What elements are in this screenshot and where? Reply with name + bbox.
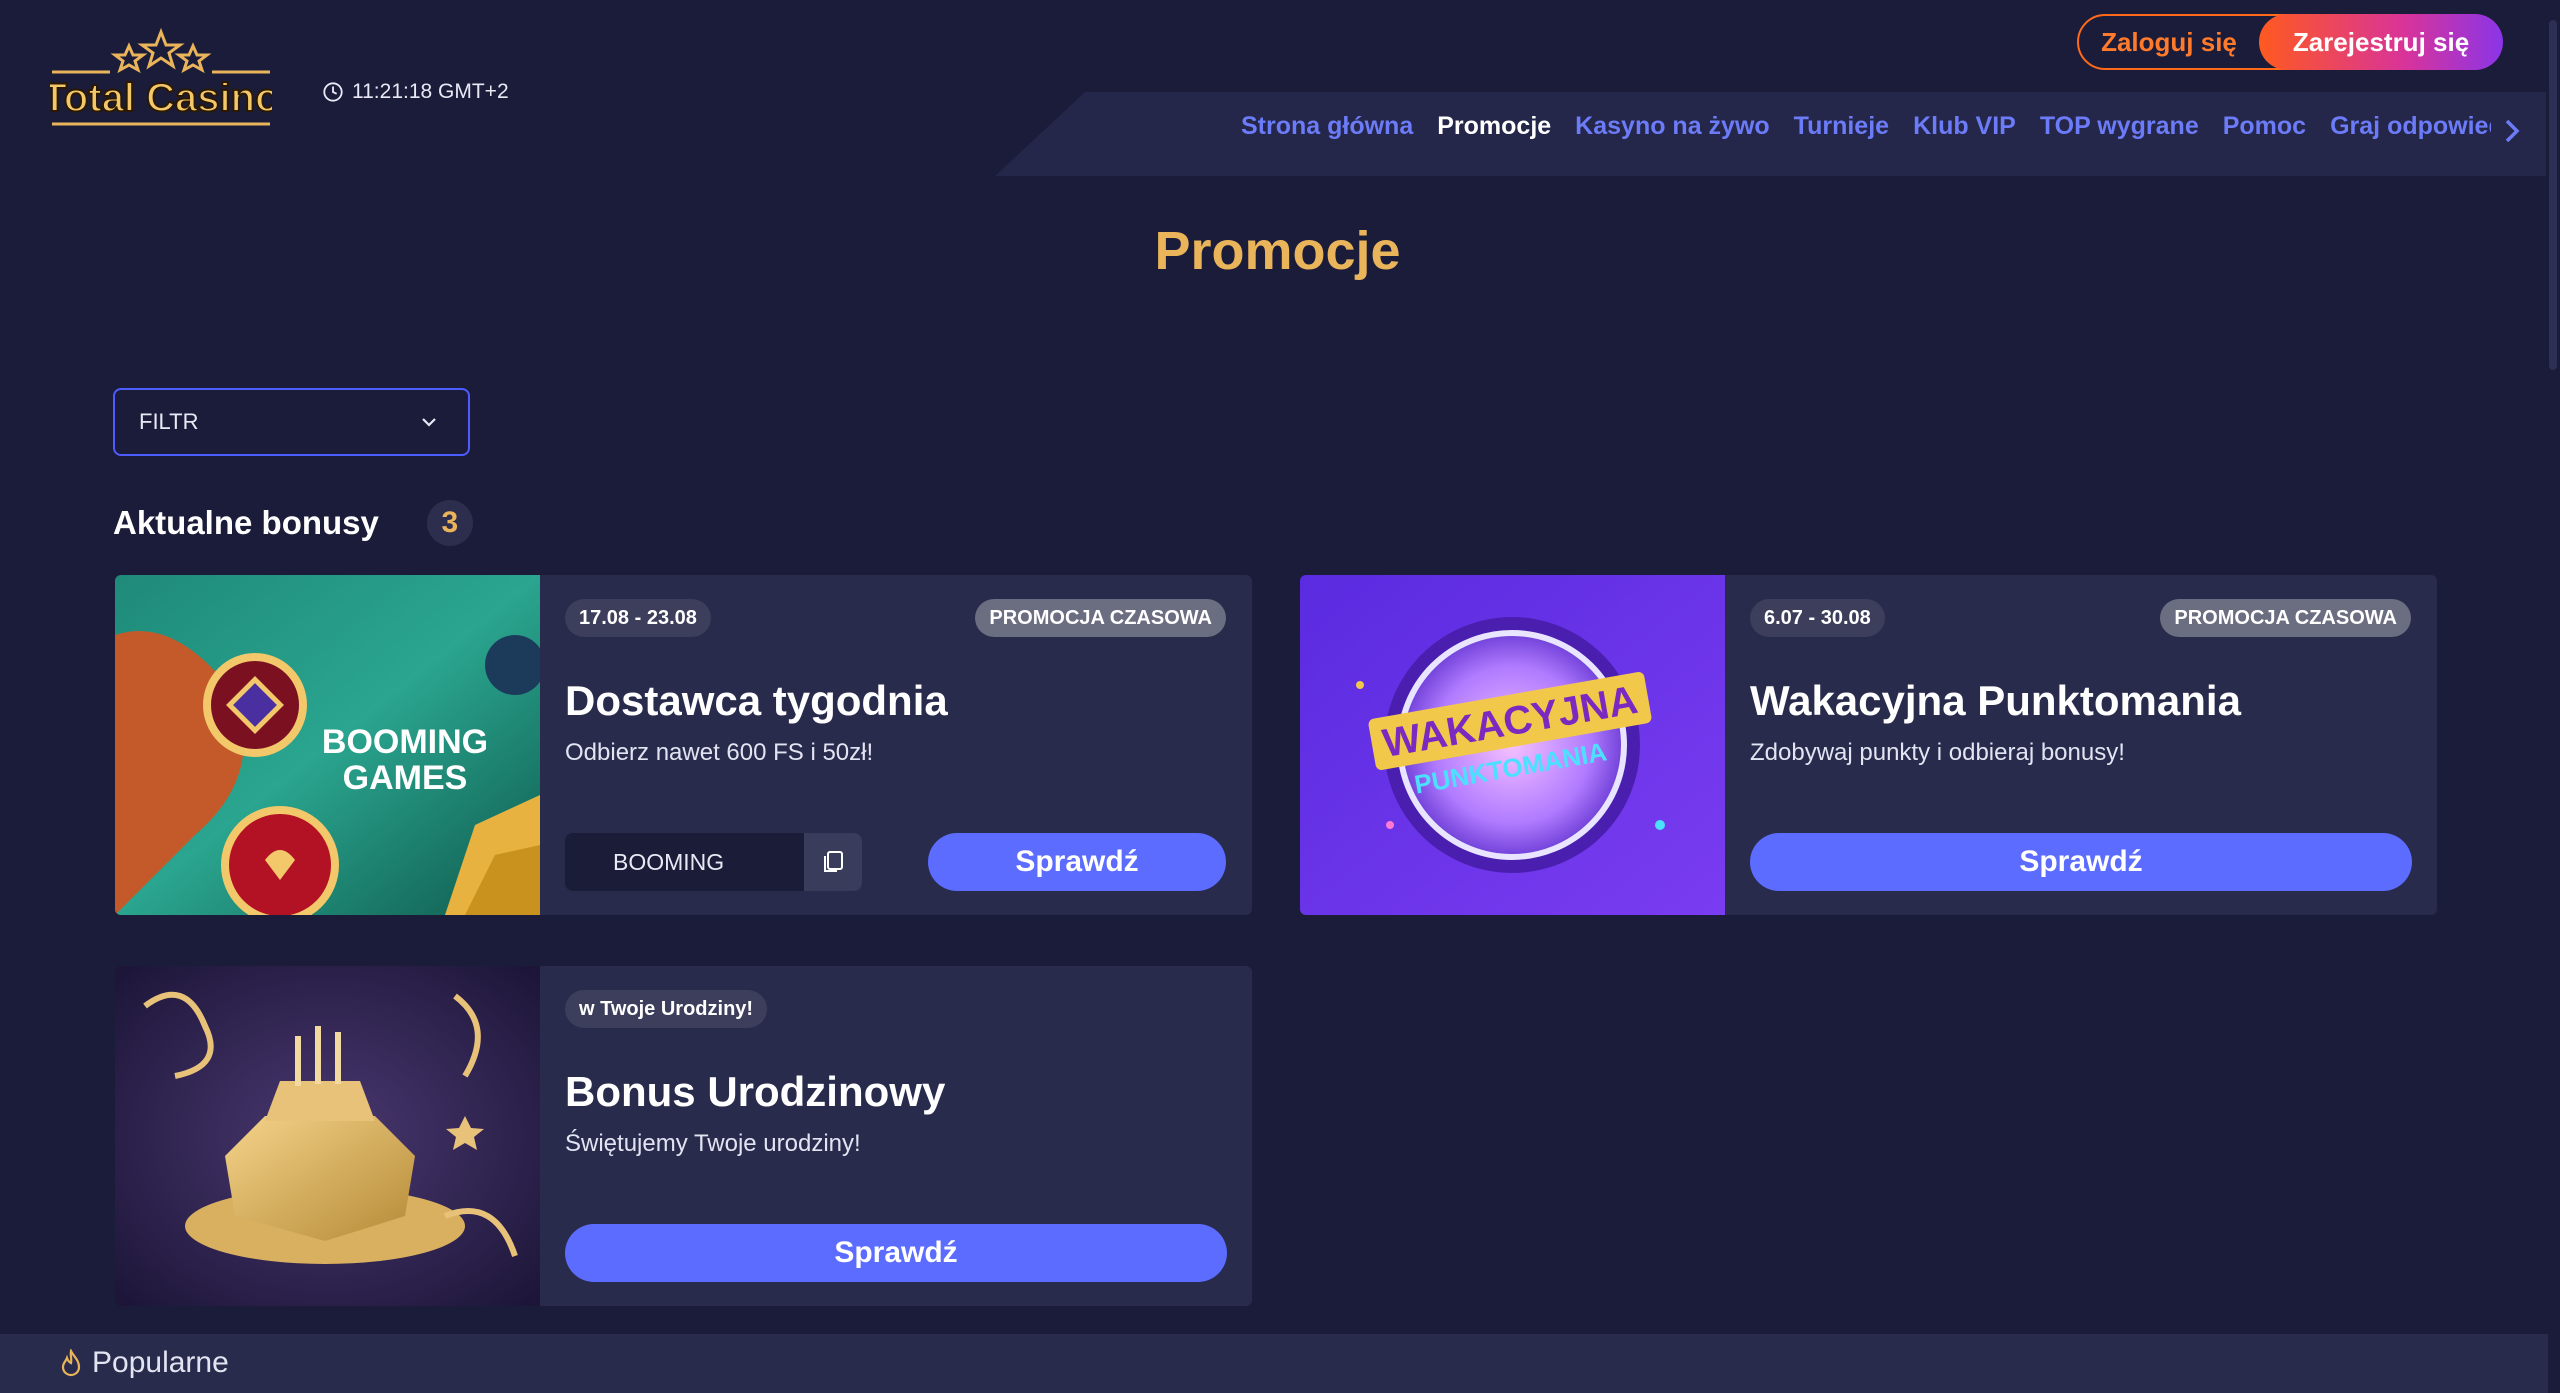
check-promo-button[interactable]: Sprawdź: [928, 833, 1226, 891]
register-button[interactable]: Zarejestruj się: [2259, 14, 2503, 70]
section-header: Aktualne bonusy 3: [113, 500, 473, 546]
page-title: Promocje: [1154, 221, 1401, 281]
popular-label: Popularne: [92, 1346, 229, 1379]
promo-date-badge: w Twoje Urodziny!: [565, 990, 768, 1028]
promo-title: Bonus Urodzinowy: [565, 1068, 946, 1115]
copy-code-button[interactable]: [804, 833, 862, 891]
nav-item-responsible-gaming[interactable]: Graj odpowiedzialnie: [2330, 112, 2491, 152]
fire-icon: [61, 1349, 81, 1377]
promo-subtitle: Zdobywaj punkty i odbieraj bonusy!: [1750, 739, 2125, 766]
promo-image-birthday-cake: [115, 966, 540, 1306]
clock: 11:21:18 GMT+2: [322, 80, 509, 104]
section-title: Aktualne bonusy: [113, 504, 379, 541]
promo-date-badge: 6.07 - 30.08: [1750, 599, 1885, 637]
chevron-down-icon: [422, 418, 436, 427]
nav-scroll-right-icon[interactable]: [2500, 116, 2524, 146]
nav-item-promotions[interactable]: Promocje: [1437, 112, 1551, 152]
booming-text: BOOMING: [322, 723, 488, 761]
nav-item-tournaments[interactable]: Turnieje: [1794, 112, 1889, 152]
promo-card-summer-points: WAKACYJNA PUNKTOMANIA 6.07 - 30.08 PROMO…: [1300, 575, 2437, 915]
nav-item-live-casino[interactable]: Kasyno na żywo: [1575, 112, 1770, 152]
promo-title: Dostawca tygodnia: [565, 677, 948, 724]
filter-dropdown[interactable]: FILTR: [113, 388, 470, 456]
games-text: GAMES: [343, 759, 468, 797]
check-promo-button[interactable]: Sprawdź: [1750, 833, 2412, 891]
check-promo-button[interactable]: Sprawdź: [565, 1224, 1227, 1282]
promo-subtitle: Odbierz nawet 600 FS i 50zł!: [565, 739, 874, 766]
login-button[interactable]: Zaloguj się: [2079, 16, 2259, 68]
promo-image-booming: BOOMING GAMES: [115, 575, 540, 915]
logo-text: Total Casino: [50, 76, 272, 120]
scrollbar-thumb[interactable]: [2549, 20, 2557, 370]
nav-item-help[interactable]: Pomoc: [2223, 112, 2306, 152]
promo-image-punktomania: WAKACYJNA PUNKTOMANIA: [1300, 575, 1725, 915]
promo-type-badge: PROMOCJA CZASOWA: [2160, 599, 2411, 637]
promo-card-provider-of-week: BOOMING GAMES 17.08 - 23.08 PROMOCJA CZA…: [115, 575, 1252, 915]
bonus-count-badge: 3: [426, 500, 473, 546]
total-casino-logo[interactable]: Total Casino: [41, 27, 281, 134]
bonus-code: BOOMING: [613, 848, 725, 875]
main-nav: Strona główna Promocje Kasyno na żywo Tu…: [1241, 112, 2491, 152]
clock-time: 11:21:18 GMT+2: [352, 80, 509, 103]
clock-icon: [323, 82, 343, 102]
auth-buttons: Zaloguj się Zarejestruj się: [2077, 14, 2503, 70]
promo-date-badge: 17.08 - 23.08: [565, 599, 711, 637]
nav-item-home[interactable]: Strona główna: [1241, 112, 1413, 152]
bonus-code-field: BOOMING: [565, 833, 862, 891]
popular-tab[interactable]: Popularne: [60, 1346, 229, 1380]
nav-item-top-wins[interactable]: TOP wygrane: [2040, 112, 2199, 152]
copy-icon: [824, 851, 843, 872]
promo-title: Wakacyjna Punktomania: [1750, 677, 2241, 724]
bottom-bar: [0, 1334, 2548, 1393]
promo-card-birthday-bonus: w Twoje Urodziny! Bonus Urodzinowy Święt…: [115, 966, 1252, 1306]
promo-subtitle: Świętujemy Twoje urodziny!: [565, 1130, 861, 1157]
promo-type-badge: PROMOCJA CZASOWA: [975, 599, 1226, 637]
nav-item-vip-club[interactable]: Klub VIP: [1913, 112, 2016, 152]
scrollbar[interactable]: [2546, 0, 2560, 1393]
filter-label: FILTR: [139, 409, 199, 434]
